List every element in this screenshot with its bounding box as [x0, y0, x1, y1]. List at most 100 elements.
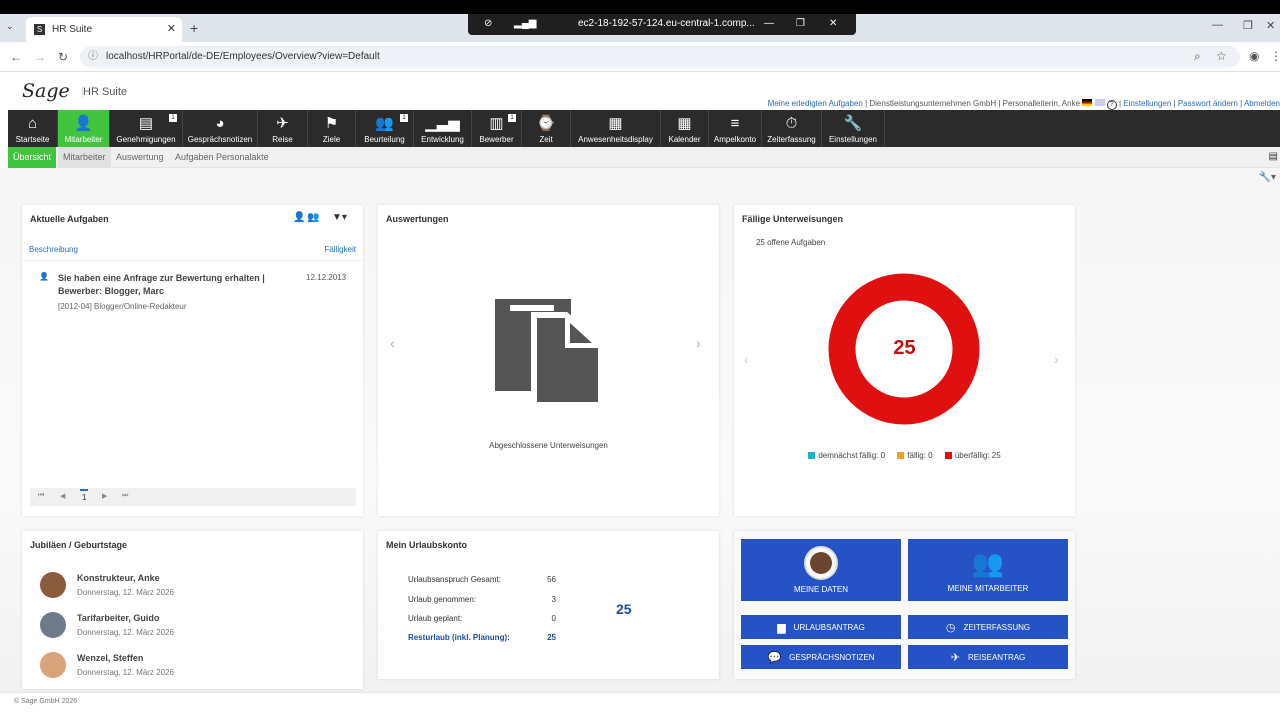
back-icon[interactable]: ←	[10, 50, 22, 64]
tab-list-icon[interactable]: ⌄	[6, 21, 14, 32]
change-password-link[interactable]: Passwort ändern	[1178, 99, 1238, 108]
einstellungen-icon: 🔧	[843, 115, 863, 132]
browser-tab[interactable]: S HR Suite ✕	[26, 17, 182, 42]
submenu-overview[interactable]: Übersicht	[8, 147, 57, 168]
open-tasks-count: 25 offene Aufgaben	[756, 238, 826, 247]
menu-item-zeiterfassung[interactable]: ⏱ Zeiterfassung	[762, 110, 822, 147]
bookmark-star-icon[interactable]: ☆	[1216, 49, 1227, 63]
donut-legend: demnächst fällig: 0 fällig: 0 überfällig…	[734, 451, 1075, 460]
person-date: Donnerstag, 12. März 2026	[77, 628, 174, 637]
page-number[interactable]: 1	[80, 489, 89, 504]
person-name[interactable]: Wenzel, Steffen	[77, 653, 143, 663]
menu-item-label: Gesprächsnotizen	[187, 135, 253, 144]
avatar[interactable]	[40, 572, 66, 598]
menu-item-label: Reise	[272, 135, 293, 144]
last-page-icon[interactable]: ⏭	[122, 492, 128, 500]
user-name: Personalleiterin, Anke	[1002, 99, 1081, 108]
vacation-request-button[interactable]: ▆ Urlaubsantrag	[741, 615, 901, 639]
my-data-button[interactable]: Meine Daten	[741, 539, 901, 601]
menu-item-label: Entwicklung	[421, 135, 464, 144]
zoom-icon[interactable]: ⌕	[1194, 49, 1201, 64]
person-icon: 👤	[39, 272, 49, 281]
menu-item-anwesenheitsdisplay[interactable]: ▦ Anwesenheitsdisplay	[571, 110, 661, 147]
menu-item-kalender[interactable]: ▦ Kalender	[661, 110, 709, 147]
prev-page-icon[interactable]: ◀	[60, 492, 65, 500]
legend-swatch-soon	[808, 452, 816, 460]
menu-item-gesprächsnotizen[interactable]: ◕ Gesprächsnotizen	[183, 110, 258, 147]
prev-arrow-icon[interactable]: ‹	[390, 335, 395, 351]
avatar[interactable]	[40, 612, 66, 638]
menu-badge: 1	[169, 114, 177, 122]
menu-item-entwicklung[interactable]: ▁▃▅ Entwicklung	[414, 110, 472, 147]
group-icon[interactable]: 👥	[307, 212, 319, 223]
submenu-evaluation[interactable]: Auswertung	[111, 147, 169, 168]
flag-en-icon[interactable]	[1094, 99, 1105, 106]
remote-restore-icon[interactable]: ❐	[796, 18, 805, 29]
minimize-icon[interactable]: —	[1212, 19, 1223, 31]
task-title[interactable]: Sie haben eine Anfrage zur Bewertung erh…	[58, 272, 280, 298]
forward-icon[interactable]: →	[34, 50, 46, 64]
remote-minimize-icon[interactable]: —	[764, 18, 774, 29]
time-tracking-button[interactable]: ◷ Zeiterfassung	[908, 615, 1068, 639]
profile-icon[interactable]: ◉	[1249, 49, 1259, 63]
zeiterfassung-icon: ⏱	[785, 115, 798, 132]
gesprächsnotizen-icon: ◕	[215, 115, 225, 132]
filter-icon[interactable]: ▼▾	[332, 212, 347, 223]
browser-menu-icon[interactable]: ⋮	[1270, 49, 1280, 63]
new-tab-icon[interactable]: +	[190, 20, 198, 36]
col-due-date[interactable]: Fälligkeit	[324, 245, 356, 254]
menu-item-startseite[interactable]: ⌂ Startseite	[8, 110, 58, 147]
menu-item-bewerber[interactable]: ▥ Bewerber 1	[472, 110, 522, 147]
sage-logo[interactable]: Sage	[22, 80, 70, 102]
flag-de-icon[interactable]	[1082, 99, 1093, 106]
settings-link[interactable]: Einstellungen	[1123, 99, 1171, 108]
user-avatar-icon	[804, 546, 838, 580]
site-info-icon[interactable]: ⓘ	[88, 46, 98, 68]
remote-session-bar: ⊘ ▂▄▆ ec2-18-192-57-124.eu-central-1.com…	[468, 14, 856, 35]
startseite-icon: ⌂	[27, 115, 38, 132]
menu-item-ampelkonto[interactable]: ≡ Ampelkonto	[709, 110, 762, 147]
wrench-icon[interactable]: 🔧▾	[1259, 172, 1276, 183]
restore-icon[interactable]: ❐	[1243, 19, 1253, 32]
menu-item-reise[interactable]: ✈ Reise	[258, 110, 308, 147]
menu-item-genehmigungen[interactable]: ▤ Genehmigungen 1	[110, 110, 183, 147]
close-window-icon[interactable]: ✕	[1266, 19, 1275, 32]
menu-item-label: Einstellungen	[828, 135, 878, 144]
person-name[interactable]: Konstrukteur, Anke	[77, 573, 160, 583]
next-arrow-icon[interactable]: ›	[696, 335, 701, 351]
url-field[interactable]: ⓘ localhost/HRPortal/de-DE/Employees/Ove…	[80, 46, 1240, 68]
logout-link[interactable]: Abmelden	[1244, 99, 1280, 108]
my-employees-button[interactable]: 👥 Meine Mitarbeiter	[908, 539, 1068, 601]
travel-request-button[interactable]: ✈ Reiseantrag	[908, 645, 1068, 669]
help-icon[interactable]: ?	[1106, 100, 1117, 110]
menu-item-zeit[interactable]: ⌚ Zeit	[522, 110, 571, 147]
submenu-personnel-tasks[interactable]: Aufgaben Personalakte	[170, 147, 274, 168]
reload-icon[interactable]: ↻	[58, 50, 68, 64]
menu-item-ziele[interactable]: ⚑ Ziele	[308, 110, 356, 147]
anwesenheitsdisplay-icon: ▦	[608, 115, 623, 132]
menu-item-mitarbeiter[interactable]: 👤 Mitarbeiter	[58, 110, 110, 147]
conversation-notes-button[interactable]: 💬 Gesprächsnotizen	[741, 645, 901, 669]
menu-item-label: Zeiterfassung	[767, 135, 816, 144]
beurteilung-icon: 👥	[375, 115, 394, 132]
menu-item-beurteilung[interactable]: 👥 Beurteilung 1	[356, 110, 414, 147]
first-page-icon[interactable]: ⏮	[38, 492, 44, 500]
disconnect-icon[interactable]: ⊘	[484, 18, 492, 29]
single-user-icon[interactable]: 👤	[293, 212, 305, 223]
zeit-icon: ⌚	[536, 115, 556, 132]
plane-icon: ✈	[950, 651, 960, 664]
layout-icon[interactable]: ▤	[1269, 151, 1278, 162]
close-tab-icon[interactable]: ✕	[167, 22, 176, 35]
menu-item-einstellungen[interactable]: 🔧 Einstellungen	[822, 110, 885, 147]
remote-close-icon[interactable]: ✕	[829, 18, 837, 29]
next-page-icon[interactable]: ▶	[102, 492, 107, 500]
completed-tasks-link[interactable]: Meine erledigten Aufgaben	[768, 99, 863, 108]
submenu-employees[interactable]: Mitarbeiter	[58, 147, 111, 168]
vacation-request-label: Urlaubsantrag	[793, 622, 865, 632]
avatar[interactable]	[40, 652, 66, 678]
donut-count: 25	[893, 337, 916, 359]
document-icon[interactable]	[494, 297, 604, 407]
bewerber-icon: ▥	[489, 115, 504, 132]
person-name[interactable]: Tarifarbeiter, Guido	[77, 613, 159, 623]
col-description[interactable]: Beschreibung	[29, 245, 78, 254]
